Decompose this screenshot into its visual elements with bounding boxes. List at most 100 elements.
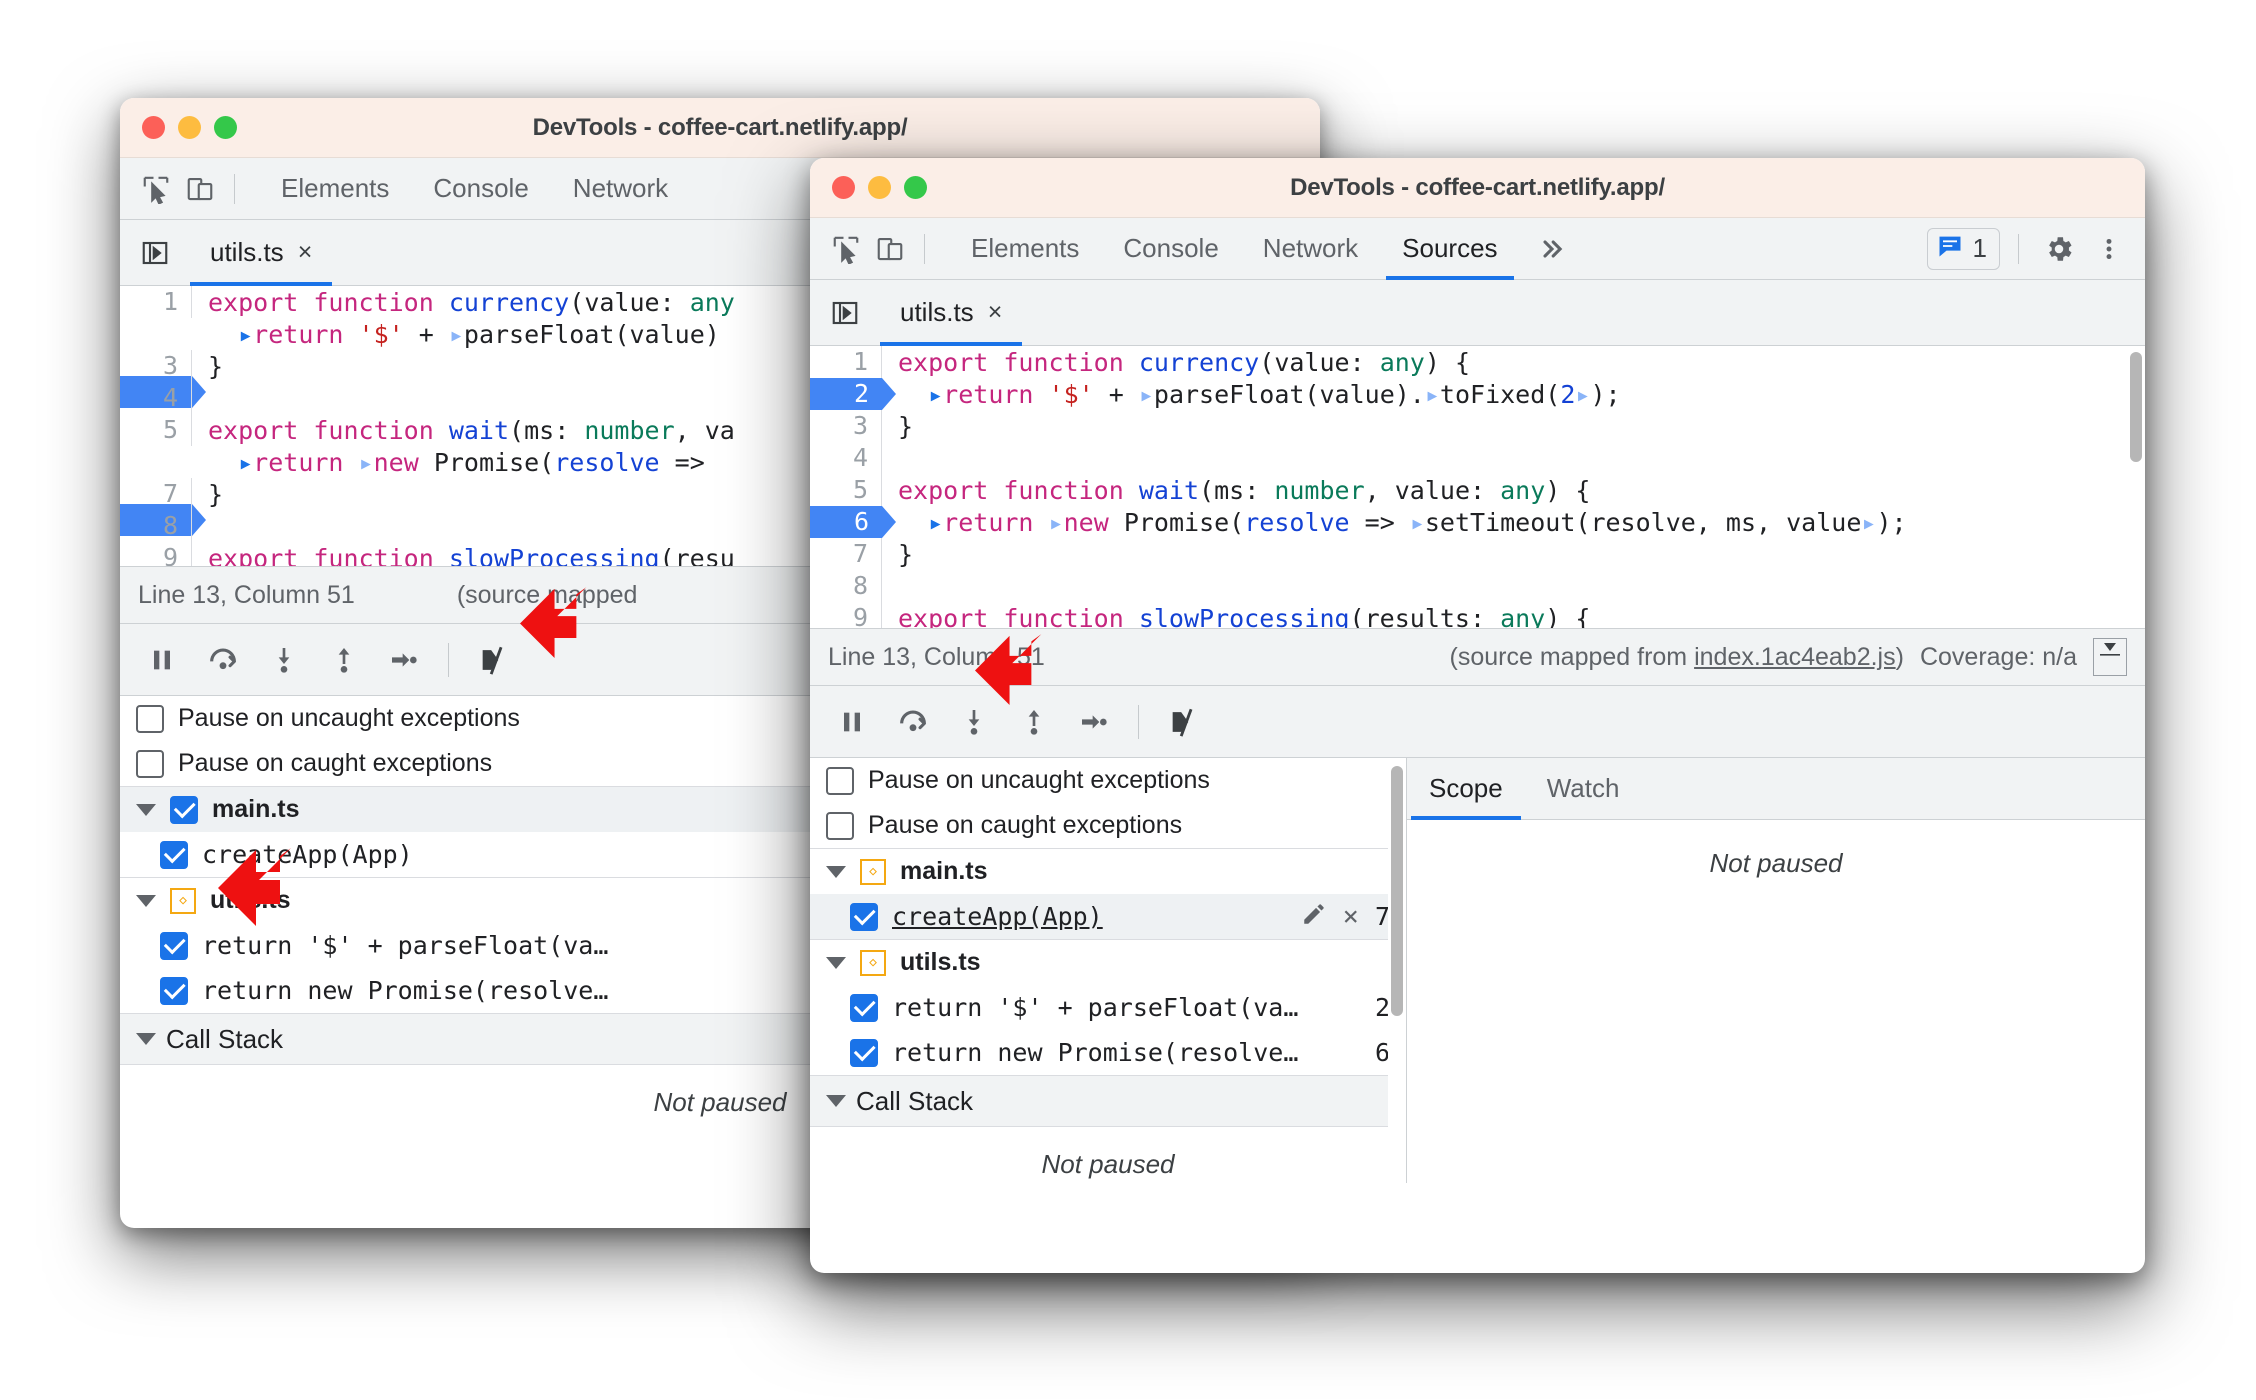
inspect-cursor-icon[interactable] (824, 227, 868, 271)
chevron-double-right-icon[interactable] (1520, 218, 1584, 280)
statusbar-right: (source mapped from index.1ac4eab2.js) C… (1450, 638, 2127, 676)
tab-sources[interactable]: Sources (1380, 218, 1519, 280)
code-line: 3} (810, 410, 2145, 442)
front-breakpoints-scrollbar[interactable] (1388, 758, 1406, 1183)
code-lines-container: 1 export function currency(value: any) {2… (810, 346, 2145, 628)
breakpoint-label: return new Promise(resolve… (202, 976, 609, 1005)
line-number: 2 (853, 379, 869, 408)
chevron-down-icon[interactable] (826, 1095, 846, 1107)
close-icon[interactable]: × (988, 300, 1003, 325)
breakpoint-row[interactable]: return '$' + parseFloat(va… 2 (810, 985, 1406, 1030)
step-out-icon[interactable] (328, 644, 360, 676)
show-navigator-icon[interactable] (810, 280, 880, 345)
code-text: ▸return ▸new Promise(resolve => ▸setTime… (928, 507, 1907, 537)
breakpoint-group-main-ts[interactable]: ◇ main.ts (810, 849, 1406, 894)
pause-icon[interactable] (836, 706, 868, 738)
pause-uncaught-checkbox[interactable] (136, 704, 164, 733)
line-number: 6 (163, 447, 179, 476)
breakpoint-actions[interactable]: × 7 (1301, 901, 1390, 933)
breakpoint-checkbox[interactable] (160, 931, 188, 960)
pause-caught-label: Pause on caught exceptions (178, 749, 493, 777)
file-tab-label: utils.ts (900, 297, 974, 327)
pause-on-caught-row[interactable]: Pause on caught exceptions (810, 803, 1406, 848)
device-toolbar-icon[interactable] (178, 167, 222, 211)
toolbar-divider (2018, 233, 2019, 264)
kebab-menu-icon[interactable] (2087, 227, 2131, 271)
tab-elements[interactable]: Elements (259, 158, 411, 220)
front-scope-pane[interactable]: Scope Watch Not paused (1407, 758, 2145, 1183)
device-toolbar-icon[interactable] (868, 227, 912, 271)
scrollbar-thumb[interactable] (1391, 766, 1403, 1016)
back-panel-tabs[interactable]: Elements Console Network (259, 158, 690, 220)
editor-scrollbar[interactable] (2127, 352, 2145, 622)
source-map-link[interactable]: index.1ac4eab2.js (1694, 643, 1896, 671)
line-number: 5 (810, 474, 882, 506)
breakpoint-checkbox[interactable] (850, 993, 878, 1022)
pause-uncaught-label: Pause on uncaught exceptions (868, 766, 1210, 794)
front-titlebar: DevTools - coffee-cart.netlify.app/ (810, 158, 2145, 218)
tab-console[interactable]: Console (1101, 218, 1240, 280)
line-number: 9 (810, 602, 882, 628)
front-breakpoints-pane[interactable]: Pause on uncaught exceptions Pause on ca… (810, 758, 1406, 1183)
code-text: ▸return '$' + ▸parseFloat(value) (238, 319, 720, 349)
code-text: ▸return ▸new Promise(resolve => (238, 447, 705, 477)
step-over-icon[interactable] (896, 705, 930, 739)
step-into-icon[interactable] (268, 644, 300, 676)
tab-watch[interactable]: Watch (1525, 758, 1642, 819)
scope-watch-tabs[interactable]: Scope Watch (1407, 758, 2145, 820)
tab-scope[interactable]: Scope (1407, 758, 1525, 820)
breakpoint-row[interactable]: return new Promise(resolve… 6 (810, 1030, 1406, 1075)
front-panel-tabs[interactable]: Elements Console Network Sources (949, 218, 1584, 280)
step-icon[interactable] (388, 644, 420, 676)
line-number: 4 (120, 382, 192, 414)
front-lower-split: Pause on uncaught exceptions Pause on ca… (810, 758, 2145, 1183)
step-over-icon[interactable] (206, 643, 240, 677)
console-message-icon (1936, 232, 1964, 265)
pause-caught-checkbox[interactable] (826, 811, 854, 840)
tab-elements[interactable]: Elements (949, 218, 1101, 280)
code-text: export function currency(value: any (208, 287, 735, 317)
file-tab-utils-ts[interactable]: utils.ts × (880, 280, 1023, 346)
inspect-cursor-icon[interactable] (134, 167, 178, 211)
code-text: export function slowProcessing(resu (208, 543, 735, 567)
tab-network[interactable]: Network (1241, 218, 1380, 280)
chevron-down-icon[interactable] (826, 956, 846, 969)
remove-breakpoint-icon[interactable]: × (1343, 903, 1359, 930)
chevron-down-icon[interactable] (136, 894, 156, 907)
show-navigator-icon[interactable] (120, 220, 190, 285)
pause-uncaught-checkbox[interactable] (826, 766, 854, 795)
breakpoint-group-utils-ts[interactable]: ◇ utils.ts (810, 940, 1406, 985)
tab-console[interactable]: Console (411, 158, 550, 220)
chevron-down-icon[interactable] (826, 865, 846, 878)
close-icon[interactable]: × (298, 240, 313, 265)
breakpoint-checkbox[interactable] (850, 902, 878, 931)
group-checkbox[interactable] (170, 795, 198, 824)
pause-on-uncaught-row[interactable]: Pause on uncaught exceptions (810, 758, 1406, 803)
arrow-back-main-ts-checkbox (218, 848, 291, 926)
file-source-icon: ◇ (170, 887, 196, 914)
code-text: export function wait(ms: number, va (208, 415, 735, 445)
breakpoint-checkbox[interactable] (850, 1038, 878, 1067)
chevron-down-icon[interactable] (136, 1033, 156, 1045)
code-text: export function currency(value: any) { (898, 347, 1470, 377)
gear-icon[interactable] (2037, 227, 2081, 271)
show-drawer-icon[interactable] (2093, 638, 2127, 676)
front-code-editor[interactable]: 1 export function currency(value: any) {2… (810, 346, 2145, 628)
file-tab-utils-ts[interactable]: utils.ts × (190, 220, 333, 286)
pause-caught-checkbox[interactable] (136, 749, 164, 778)
tab-network[interactable]: Network (551, 158, 690, 220)
call-stack-header[interactable]: Call Stack (810, 1075, 1406, 1127)
console-message-badge[interactable]: 1 (1926, 227, 2000, 270)
line-number: 3 (810, 410, 882, 442)
breakpoint-label[interactable]: createApp(App) (892, 902, 1103, 931)
pencil-icon[interactable] (1301, 901, 1327, 933)
breakpoint-checkbox[interactable] (160, 840, 188, 869)
pause-icon[interactable] (146, 644, 178, 676)
scrollbar-thumb[interactable] (2130, 352, 2142, 462)
breakpoint-checkbox[interactable] (160, 976, 188, 1005)
chevron-down-icon[interactable] (136, 803, 156, 816)
step-icon[interactable] (1078, 706, 1110, 738)
breakpoint-row[interactable]: createApp(App) × 7 (810, 894, 1406, 939)
toolbar-divider (1138, 704, 1139, 739)
deactivate-breakpoints-icon[interactable] (1167, 705, 1201, 739)
